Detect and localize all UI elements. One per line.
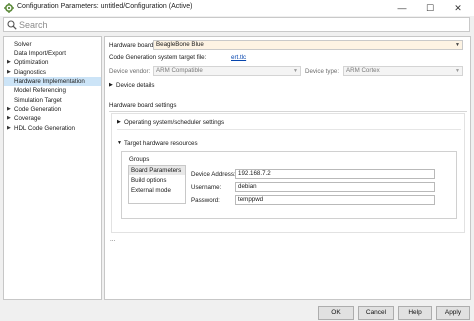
search-box [3,17,470,32]
section-divider [109,111,467,112]
device-type-dropdown[interactable]: ARM Cortex ▼ [343,66,463,76]
device-address-label: Device Address: [191,171,236,178]
sidebar-item-label: Coverage [14,115,41,122]
search-input[interactable] [19,19,459,30]
group-item-external-mode[interactable]: External mode [129,186,185,195]
sidebar-item-simulation-target[interactable]: Simulation Target [4,96,101,105]
sidebar-item-diagnostics[interactable]: ▶ Diagnostics [4,68,101,77]
device-vendor-dropdown[interactable]: ARM Compatible ▼ [153,66,301,76]
chevron-down-icon: ▼ [455,42,460,48]
device-vendor-value: ARM Compatible [156,67,203,74]
target-file-link[interactable]: ert.tlc [231,54,246,61]
sidebar-item-label: Hardware Implementation [14,78,85,85]
os-settings-toggle[interactable]: Operating system/scheduler settings [124,119,224,126]
device-vendor-label: Device vendor: [109,68,151,75]
section-divider [117,129,461,130]
settings-panel: Hardware board: BeagleBone Blue ▼ Code G… [104,36,471,300]
sidebar-item-label: Solver [14,41,32,48]
sidebar-item-data-import-export[interactable]: Data Import/Export [4,49,101,58]
chevron-down-icon: ▼ [293,68,298,74]
target-resources-toggle[interactable]: Target hardware resources [124,140,198,147]
sidebar-item-label: Optimization [14,59,49,66]
target-file-label: Code Generation system target file: [109,54,207,61]
expand-arrow-icon[interactable]: ▶ [7,68,11,77]
groups-label: Groups [129,156,150,163]
sidebar-item-model-referencing[interactable]: Model Referencing [4,86,101,95]
password-label: Password: [191,197,220,204]
title-bar: Configuration Parameters: untitled/Confi… [0,0,474,16]
sidebar-item-solver[interactable]: Solver [4,40,101,49]
chevron-down-icon: ▼ [455,68,460,74]
sidebar-item-label: Code Generation [14,106,62,113]
username-input[interactable]: debian [235,182,435,192]
sidebar-item-hardware-implementation[interactable]: Hardware Implementation [4,77,101,86]
expand-arrow-icon[interactable]: ▶ [109,82,113,88]
device-type-value: ARM Cortex [346,67,380,74]
sidebar-item-code-generation[interactable]: ▶ Code Generation [4,105,101,114]
password-input[interactable]: temppwd [235,195,435,205]
expand-arrow-icon[interactable]: ▶ [7,114,11,123]
collapse-arrow-icon[interactable]: ▼ [117,140,122,146]
window-title: Configuration Parameters: untitled/Confi… [17,3,193,10]
category-tree: Solver Data Import/Export ▶ Optimization… [3,36,102,300]
ok-button[interactable]: OK [318,306,354,320]
board-settings-title: Hardware board settings [109,102,177,109]
sidebar-item-label: Data Import/Export [14,50,66,57]
device-address-input[interactable]: 192.168.7.2 [235,169,435,179]
expand-arrow-icon[interactable]: ▶ [7,105,11,114]
more-ellipsis: ... [110,236,116,243]
sidebar-item-label: HDL Code Generation [14,125,75,132]
sidebar-item-label: Model Referencing [14,87,66,94]
hardware-board-value: BeagleBone Blue [156,41,204,48]
expand-arrow-icon[interactable]: ▶ [117,119,121,125]
device-details-toggle[interactable]: Device details [116,82,155,89]
sidebar-item-hdl-code-generation[interactable]: ▶ HDL Code Generation [4,124,101,133]
expand-arrow-icon[interactable]: ▶ [7,58,11,67]
maximize-button[interactable]: ☐ [416,0,444,16]
sidebar-item-label: Simulation Target [14,97,62,104]
sidebar-item-coverage[interactable]: ▶ Coverage [4,114,101,123]
apply-button[interactable]: Apply [436,306,470,320]
group-item-build-options[interactable]: Build options [129,176,185,185]
help-button[interactable]: Help [398,306,432,320]
group-item-board-parameters[interactable]: Board Parameters [129,166,185,175]
hardware-board-label: Hardware board: [109,42,156,49]
sidebar-item-optimization[interactable]: ▶ Optimization [4,58,101,67]
cancel-button[interactable]: Cancel [358,306,394,320]
minimize-button[interactable]: — [388,0,416,16]
username-label: Username: [191,184,222,191]
matlab-gear-icon [4,3,14,13]
expand-arrow-icon[interactable]: ▶ [7,124,11,133]
sidebar-item-label: Diagnostics [14,69,46,76]
search-icon [7,20,17,30]
close-button[interactable]: ✕ [444,0,472,16]
hardware-board-dropdown[interactable]: BeagleBone Blue ▼ [153,40,463,50]
device-type-label: Device type: [305,68,340,75]
